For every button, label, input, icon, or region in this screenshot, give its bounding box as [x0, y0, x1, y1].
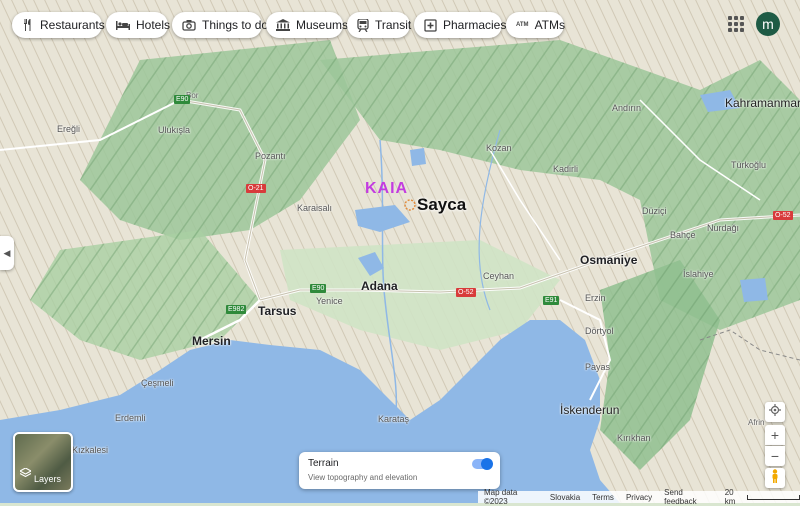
chip-pharmacies[interactable]: Pharmacies — [414, 12, 506, 38]
place-label: Pozantı — [255, 151, 286, 161]
place-label: Yenice — [316, 296, 343, 306]
atm-icon: ATM — [516, 22, 529, 28]
place-label: Ulukışla — [158, 125, 191, 135]
map-canvas[interactable] — [0, 0, 800, 503]
chip-label: ATMs — [534, 18, 566, 32]
collapse-panel-button[interactable]: ◀ — [0, 236, 14, 270]
place-label: Karaisalı — [297, 203, 333, 213]
place-label: Bahçe — [670, 230, 696, 240]
zoom-in-button[interactable]: + — [765, 425, 785, 445]
chip-transit[interactable]: Transit — [347, 12, 412, 38]
chip-label: Pharmacies — [443, 18, 507, 32]
chip-label: Transit — [375, 18, 412, 32]
chevron-left-icon: ◀ — [3, 247, 11, 258]
place-label: Ceyhan — [483, 271, 515, 281]
send-feedback-link[interactable]: Send feedback — [664, 488, 713, 506]
terrain-title: Terrain — [308, 458, 339, 469]
map-data-attribution: Map data ©2023 — [484, 488, 518, 506]
museum-icon — [276, 18, 290, 32]
place-label: Erdemli — [115, 413, 146, 423]
place-label: Karataş — [378, 414, 410, 424]
place-label: Osmaniye — [580, 253, 638, 267]
place-label: Erzin — [585, 293, 606, 303]
chip-museums[interactable]: Museums — [266, 12, 348, 38]
chip-restaurants[interactable]: Restaurants — [12, 12, 105, 38]
street-view-pegman[interactable] — [765, 468, 785, 488]
place-label: İslahiye — [683, 269, 714, 279]
chip-label: Things to do — [202, 18, 269, 32]
terrain-card[interactable]: Terrain View topography and elevation — [299, 452, 500, 489]
chip-atms[interactable]: ATM ATMs — [506, 12, 566, 38]
train-icon — [357, 18, 369, 32]
place-label: Ereğli — [57, 124, 81, 134]
region-link[interactable]: Slovakia — [550, 493, 580, 502]
road-shield: E90 — [310, 284, 327, 293]
fork-knife-icon — [22, 18, 34, 32]
kaia-annotation: KAIA — [365, 180, 409, 197]
road-shield: O-52 — [456, 288, 476, 297]
minus-icon: − — [770, 448, 780, 464]
place-label: Nurdağı — [707, 223, 740, 233]
place-label: Düziçi — [642, 206, 667, 216]
terrain-subtitle: View topography and elevation — [308, 473, 418, 482]
crosshair-icon — [769, 403, 781, 421]
apps-grid-icon[interactable] — [728, 16, 744, 32]
place-label: Kırıkhan — [617, 433, 651, 443]
pharmacy-icon — [424, 18, 437, 32]
map-footer: Map data ©2023 Slovakia Terms Privacy Se… — [478, 488, 800, 506]
place-label: Türkoğlu — [731, 160, 767, 170]
place-label: İskenderun — [560, 403, 620, 417]
road-shield: E90 — [174, 95, 191, 104]
place-label: Adana — [361, 279, 398, 293]
zoom-out-button[interactable]: − — [765, 446, 785, 466]
sayca-annotation: Sayca — [417, 195, 467, 214]
place-label: Tarsus — [258, 304, 297, 318]
place-label: Kadirli — [553, 164, 579, 174]
place-label: Payas — [585, 362, 611, 372]
place-label: Kozan — [486, 143, 512, 153]
road-shield: E91 — [543, 296, 560, 305]
camera-icon — [182, 18, 196, 32]
place-label: Andırın — [612, 103, 642, 113]
chip-label: Museums — [296, 18, 349, 32]
chip-things-to-do[interactable]: Things to do — [172, 12, 268, 38]
privacy-link[interactable]: Privacy — [626, 493, 652, 502]
layers-button[interactable]: Layers — [13, 432, 73, 492]
chip-label: Hotels — [136, 18, 171, 32]
place-label: Kahramanmaraş — [725, 96, 800, 110]
place-label: Dörtyol — [585, 326, 614, 336]
chip-label: Restaurants — [40, 18, 105, 32]
bed-icon — [116, 18, 130, 32]
pegman-icon — [770, 468, 780, 488]
scale-bar[interactable]: 20 km — [725, 488, 800, 506]
layers-icon — [18, 466, 33, 484]
place-label: Afrin — [748, 418, 765, 427]
road-shield: O-52 — [773, 211, 793, 220]
road-shield: E982 — [226, 305, 247, 314]
account-avatar[interactable]: m — [756, 12, 780, 36]
place-label: Kızkalesi — [72, 445, 109, 455]
place-label: Çeşmeli — [141, 378, 174, 388]
terms-link[interactable]: Terms — [592, 493, 614, 502]
plus-icon: + — [770, 427, 780, 443]
my-location-button[interactable] — [765, 402, 785, 422]
chip-hotels[interactable]: Hotels — [106, 12, 171, 38]
place-label: Mersin — [192, 334, 231, 348]
scale-label: 20 km — [724, 488, 736, 506]
terrain-toggle[interactable] — [472, 458, 493, 470]
road-shield: O-21 — [246, 184, 266, 193]
layers-label: Layers — [34, 474, 62, 484]
